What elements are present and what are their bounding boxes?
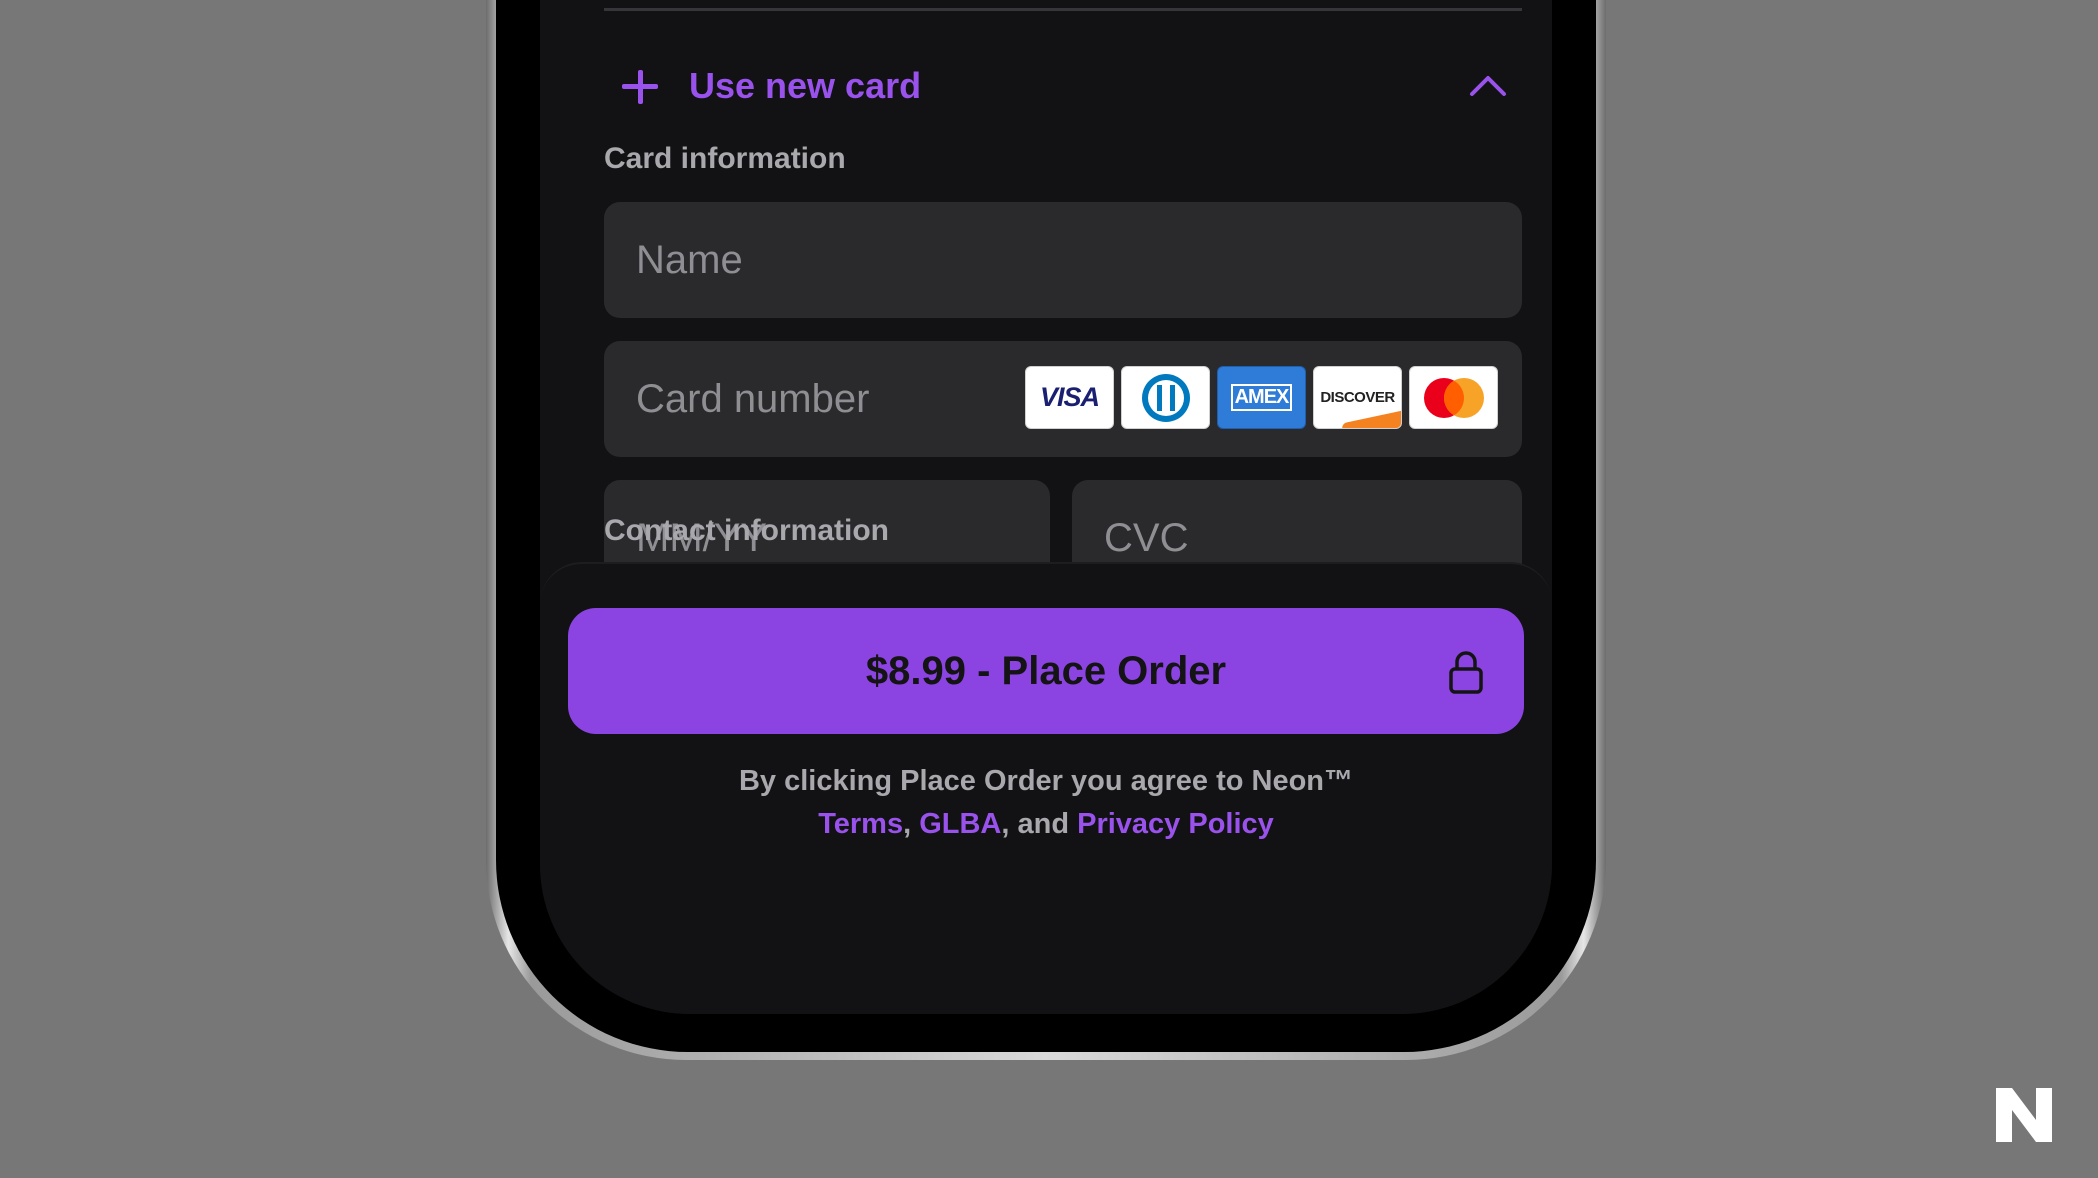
glba-link[interactable]: GLBA: [919, 808, 1001, 840]
card-information-label: Card information: [604, 142, 846, 175]
discover-logo: DISCOVER: [1313, 366, 1402, 429]
visa-logo-text: VISA: [1039, 382, 1100, 412]
chevron-up-icon[interactable]: [1468, 70, 1508, 100]
diners-club-logo: [1121, 366, 1210, 429]
place-order-button[interactable]: $8.99 - Place Order: [568, 608, 1524, 734]
use-new-card-toggle[interactable]: Use new card: [604, 50, 1522, 122]
mastercard-logo: [1409, 366, 1498, 429]
phone-frame: Use new card Card information Name Card …: [486, 0, 1606, 1060]
card-number-field[interactable]: Card number VISA AMEX DISCOVER: [604, 341, 1522, 457]
diners-club-icon: [1141, 373, 1190, 422]
name-placeholder: Name: [636, 237, 743, 282]
terms-link[interactable]: Terms: [818, 808, 903, 840]
amex-logo-text: AMEX: [1230, 384, 1293, 411]
checkout-screen: Use new card Card information Name Card …: [540, 0, 1552, 1014]
agreement-sep2: , and: [1001, 808, 1078, 840]
checkout-footer: $8.99 - Place Order By clicking Place Or…: [540, 562, 1552, 1014]
place-order-label: $8.99 - Place Order: [865, 648, 1227, 693]
discover-logo-text: DISCOVER: [1320, 389, 1395, 406]
card-number-placeholder: Card number: [636, 376, 870, 421]
neon-logo-icon: [1996, 1088, 2052, 1142]
amex-logo: AMEX: [1217, 366, 1306, 429]
mastercard-icon: [1423, 377, 1484, 418]
phone-bezel: Use new card Card information Name Card …: [496, 0, 1596, 1052]
agreement-links: Terms, GLBA, and Privacy Policy: [540, 803, 1552, 846]
name-field[interactable]: Name: [604, 202, 1522, 318]
card-brand-list: VISA AMEX DISCOVER: [1025, 366, 1498, 429]
contact-information-label: Contact information: [604, 514, 889, 547]
privacy-policy-link[interactable]: Privacy Policy: [1077, 808, 1274, 840]
agreement-sep1: ,: [903, 808, 920, 840]
divider: [604, 8, 1522, 11]
lock-icon: [1449, 651, 1483, 694]
use-new-card-label: Use new card: [689, 65, 922, 106]
visa-logo: VISA: [1025, 366, 1114, 429]
agreement-line: By clicking Place Order you agree to Neo…: [738, 765, 1354, 797]
discover-swoosh: [1341, 409, 1401, 428]
cvc-placeholder: CVC: [1104, 515, 1189, 560]
agreement-text: By clicking Place Order you agree to Neo…: [540, 760, 1552, 846]
plus-icon: [618, 64, 662, 108]
